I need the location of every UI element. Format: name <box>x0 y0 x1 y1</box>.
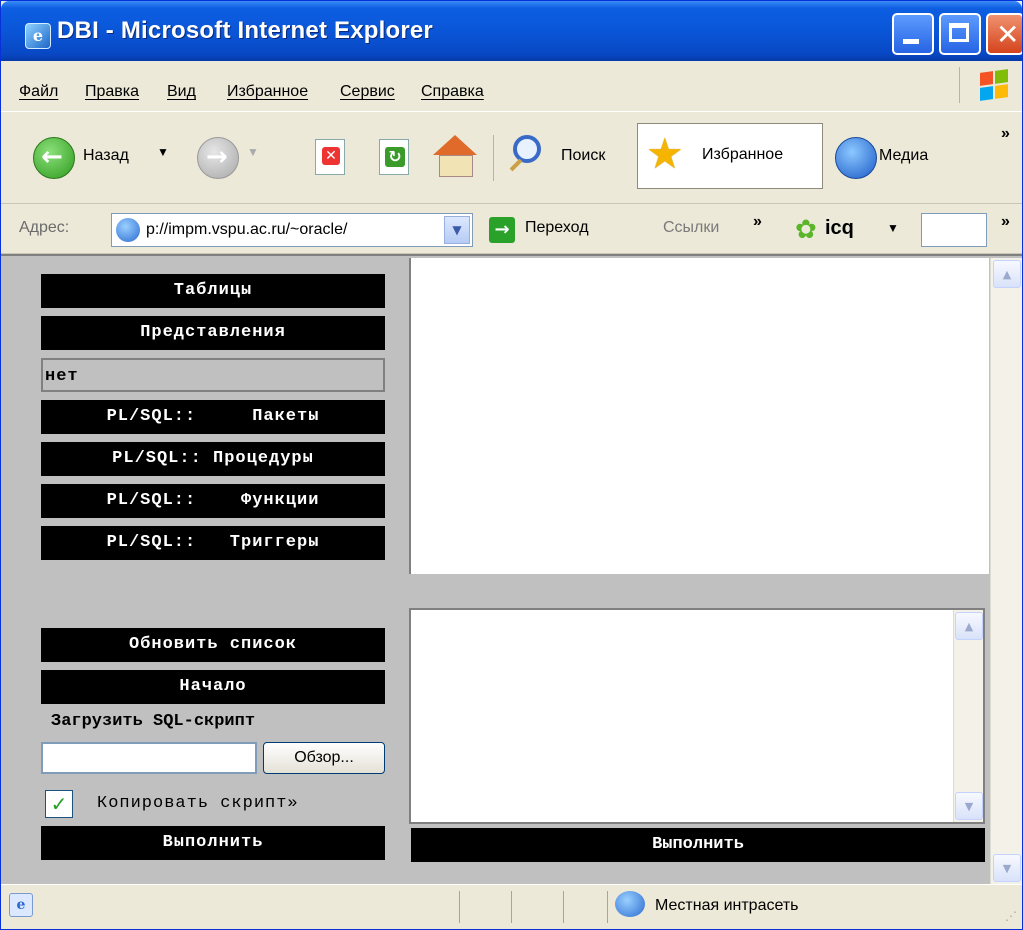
page-scroll-up-icon[interactable]: ▲ <box>993 260 1021 288</box>
icq-search-input[interactable] <box>921 213 987 247</box>
favorites-button[interactable]: ★ Избранное <box>637 123 823 189</box>
forward-arrow-icon: → <box>197 137 239 179</box>
back-arrow-icon: ← <box>33 137 75 179</box>
page-scroll-down-icon[interactable]: ▼ <box>993 854 1021 882</box>
icq-dropdown-icon[interactable]: ▼ <box>887 221 899 235</box>
left-run-button[interactable]: Выполнить <box>41 826 385 860</box>
standard-toolbar: ← Назад ▼ → ▼ ✕ ↻ Поиск ★ Избранное Меди… <box>1 113 1022 204</box>
favorites-star-icon: ★ <box>646 129 684 178</box>
address-dropdown-icon[interactable]: ▼ <box>444 216 470 244</box>
toolbar-chevron-icon[interactable]: » <box>1001 125 1010 143</box>
window-title: DBI - Microsoft Internet Explorer <box>57 17 433 44</box>
stop-icon: ✕ <box>315 139 345 175</box>
toolbar-separator <box>493 135 494 181</box>
go-button[interactable]: → Переход <box>485 213 635 247</box>
browse-button[interactable]: Обзор... <box>263 742 385 774</box>
title-bar: e DBI - Microsoft Internet Explorer <box>1 1 1022 61</box>
ie-icon: e <box>25 23 51 49</box>
zone-label: Местная интрасеть <box>655 897 799 914</box>
intranet-zone-icon <box>615 891 645 917</box>
refresh-icon: ↻ <box>379 139 409 175</box>
go-arrow-icon: → <box>489 217 515 243</box>
sql-textarea[interactable]: ▲ ▼ <box>409 608 985 824</box>
forward-button[interactable]: → ▼ <box>193 129 263 185</box>
maximize-button[interactable] <box>939 13 981 55</box>
home-button[interactable] <box>427 129 481 185</box>
nav-tables[interactable]: Таблицы <box>41 274 385 308</box>
forward-dropdown-icon[interactable]: ▼ <box>247 145 259 159</box>
page-status-icon: e <box>9 893 33 917</box>
address-field[interactable]: p://impm.vspu.ac.ru/~oracle/ ▼ <box>111 213 473 247</box>
nav-triggers[interactable]: PL/SQL:: Триггеры <box>41 526 385 560</box>
menu-bar: Файл Правка Вид Избранное Сервис Справка <box>1 61 1022 112</box>
menu-file[interactable]: Файл <box>19 83 58 101</box>
menu-view[interactable]: Вид <box>167 83 196 101</box>
address-chevron-icon[interactable]: » <box>1001 213 1010 231</box>
refresh-button[interactable]: ↻ <box>371 129 419 185</box>
home-link-button[interactable]: Начало <box>41 670 385 704</box>
links-chevron-icon[interactable]: » <box>753 213 762 231</box>
main-run-button[interactable]: Выполнить <box>411 828 985 862</box>
scroll-up-icon[interactable]: ▲ <box>955 612 983 640</box>
nav-views[interactable]: Представления <box>41 316 385 350</box>
resize-grip-icon[interactable]: ⋰ <box>1005 909 1017 923</box>
status-bar: e Местная интрасеть ⋰ <box>1 884 1022 929</box>
close-button[interactable] <box>986 13 1022 55</box>
refresh-list-button[interactable]: Обновить список <box>41 628 385 662</box>
object-frame <box>409 258 989 574</box>
nav-none[interactable]: нет <box>41 358 385 392</box>
back-label: Назад <box>83 147 129 164</box>
search-label: Поиск <box>561 147 606 164</box>
nav-packages[interactable]: PL/SQL:: Пакеты <box>41 400 385 434</box>
menu-tools[interactable]: Сервис <box>340 83 395 101</box>
links-label[interactable]: Ссылки <box>663 219 719 237</box>
page-content: Таблицы Представления нет PL/SQL:: Пакет… <box>1 254 1022 884</box>
home-icon <box>433 135 477 155</box>
search-button[interactable]: Поиск <box>501 129 631 185</box>
icq-label: icq <box>825 217 854 239</box>
media-label: Медиа <box>879 147 929 164</box>
nav-functions[interactable]: PL/SQL:: Функции <box>41 484 385 518</box>
back-button[interactable]: ← Назад ▼ <box>11 129 181 185</box>
nav-procedures[interactable]: PL/SQL:: Процедуры <box>41 442 385 476</box>
windows-logo-icon <box>959 67 1020 103</box>
page-scrollbar[interactable]: ▲ ▼ <box>990 258 1022 884</box>
icq-button[interactable]: ✿ icq ▼ <box>791 213 911 247</box>
media-button[interactable]: Медиа <box>829 129 959 185</box>
load-script-label: Загрузить SQL-скрипт <box>51 712 256 731</box>
address-bar: Адрес: p://impm.vspu.ac.ru/~oracle/ ▼ → … <box>1 205 1022 254</box>
menu-help[interactable]: Справка <box>421 83 484 101</box>
address-label: Адрес: <box>19 219 70 236</box>
page-icon <box>116 218 140 242</box>
script-file-input[interactable] <box>41 742 257 774</box>
sql-textarea-scrollbar[interactable]: ▲ ▼ <box>953 610 983 822</box>
menu-edit[interactable]: Правка <box>85 83 139 101</box>
back-dropdown-icon[interactable]: ▼ <box>157 145 169 159</box>
address-url: p://impm.vspu.ac.ru/~oracle/ <box>146 221 348 238</box>
copy-script-label: Копировать скрипт» <box>97 794 299 813</box>
copy-script-checkbox[interactable]: ✓ <box>45 790 73 818</box>
menu-favorites[interactable]: Избранное <box>227 83 308 101</box>
go-label: Переход <box>525 219 589 236</box>
browser-window: e DBI - Microsoft Internet Explorer Файл… <box>0 0 1023 930</box>
stop-button[interactable]: ✕ <box>307 129 355 185</box>
icq-flower-icon: ✿ <box>795 215 817 245</box>
favorites-label: Избранное <box>702 146 784 163</box>
media-globe-icon <box>835 137 877 179</box>
minimize-button[interactable] <box>892 13 934 55</box>
search-icon <box>513 135 541 163</box>
scroll-down-icon[interactable]: ▼ <box>955 792 983 820</box>
